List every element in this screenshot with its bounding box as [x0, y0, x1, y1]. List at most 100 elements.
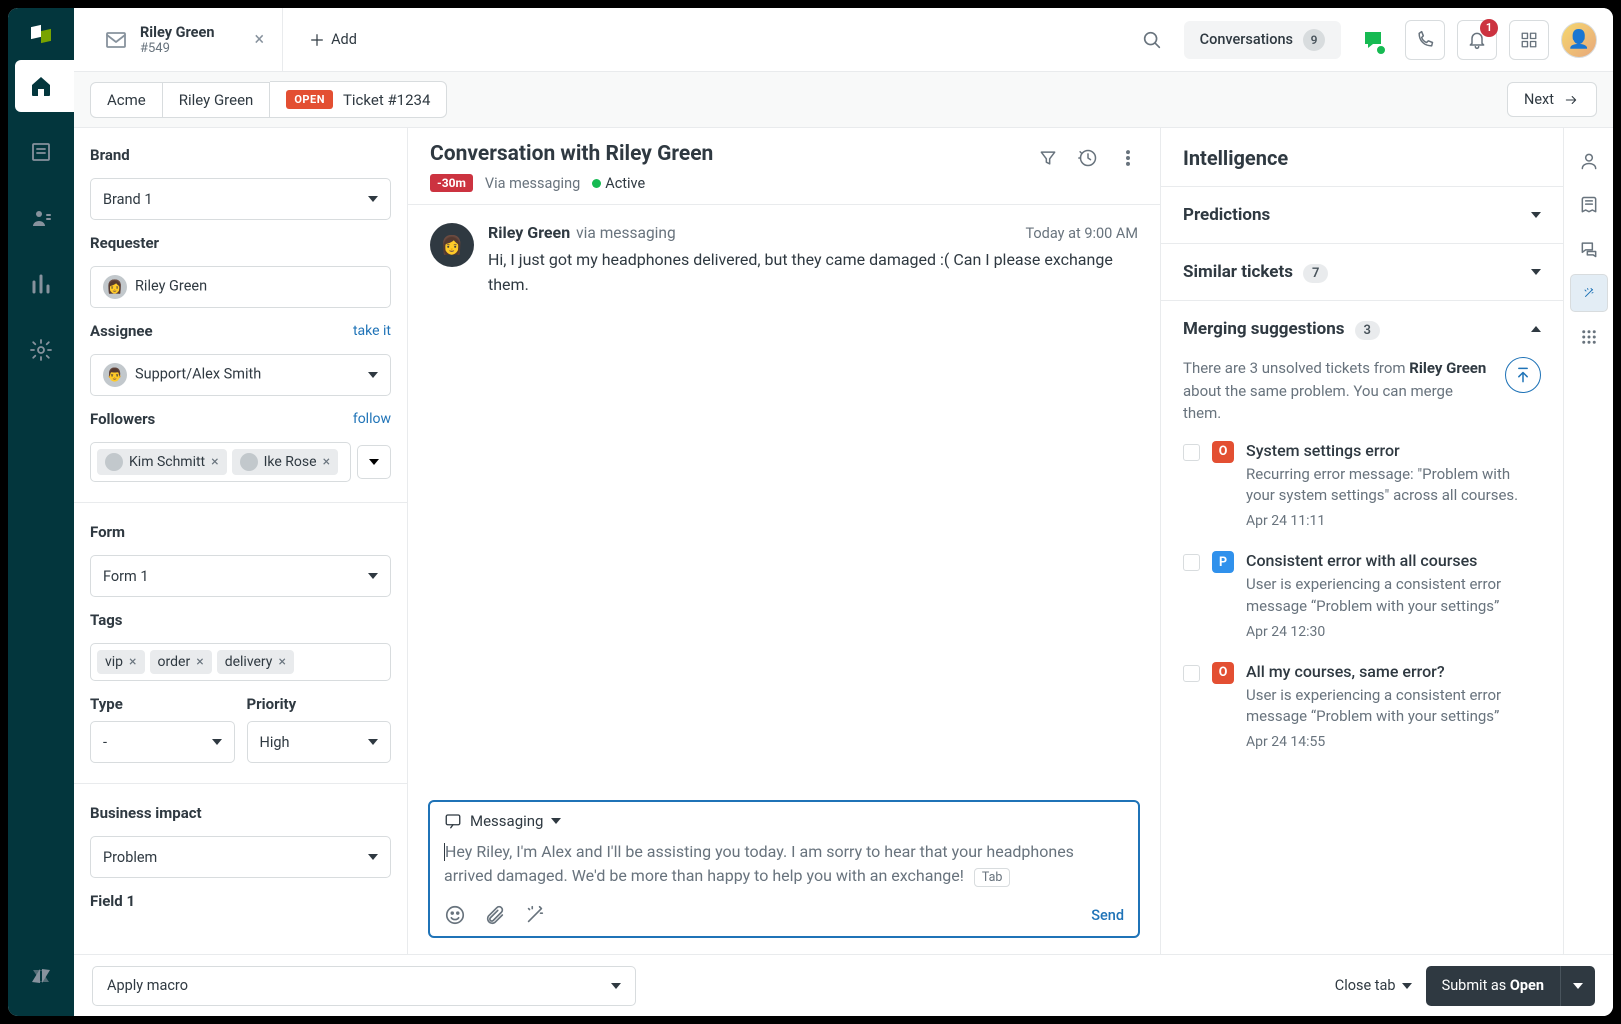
ticket-tab[interactable]: Riley Green #549 ×	[90, 8, 283, 72]
breadcrumb-ticket[interactable]: OPEN Ticket #1234	[270, 81, 447, 118]
business-impact-select[interactable]: Problem	[90, 836, 391, 878]
merging-suggestions-section[interactable]: Merging suggestions3	[1161, 300, 1563, 357]
suggestion-item[interactable]: O System settings error Recurring error …	[1183, 425, 1541, 536]
suggestion-item[interactable]: P Consistent error with all courses User…	[1183, 535, 1541, 646]
breadcrumb-org[interactable]: Acme	[90, 82, 163, 118]
message-composer[interactable]: Messaging Hey Riley, I'm Alex and I'll b…	[428, 800, 1140, 938]
follow-link[interactable]: follow	[353, 411, 391, 427]
suggestion-item[interactable]: O All my courses, same error? User is ex…	[1183, 646, 1541, 757]
form-select[interactable]: Form 1	[90, 555, 391, 597]
remove-icon[interactable]: ×	[129, 654, 136, 670]
nav-home-icon[interactable]	[15, 60, 81, 112]
follower-chip[interactable]: Ike Rose×	[232, 449, 338, 475]
status-active: Active	[592, 175, 645, 192]
brand-select[interactable]: Brand 1	[90, 178, 391, 220]
tab-id: #549	[140, 41, 214, 56]
plus-icon	[309, 32, 325, 48]
remove-icon[interactable]: ×	[211, 454, 218, 470]
call-icon[interactable]	[1405, 20, 1445, 60]
suggestion-checkbox[interactable]	[1183, 444, 1200, 461]
requester-label: Requester	[90, 234, 391, 252]
apply-macro-select[interactable]: Apply macro	[92, 966, 636, 1006]
assignee-select[interactable]: 👨Support/Alex Smith	[90, 354, 391, 396]
nav-admin-icon[interactable]	[15, 324, 67, 376]
user-avatar[interactable]: 👤	[1561, 22, 1597, 58]
close-tab-icon[interactable]: ×	[250, 25, 268, 54]
submit-button[interactable]: Submit as Open	[1426, 966, 1595, 1006]
top-header: Riley Green #549 × Add Conversations 9 1	[74, 8, 1613, 72]
chevron-down-icon[interactable]	[551, 818, 561, 824]
brand-label: Brand	[90, 146, 391, 164]
status-badge: OPEN	[286, 90, 333, 109]
knowledge-icon[interactable]	[1570, 186, 1608, 224]
conversations-context-icon[interactable]	[1570, 230, 1608, 268]
close-tab-button[interactable]: Close tab	[1335, 977, 1412, 994]
apps-context-icon[interactable]	[1570, 318, 1608, 356]
remove-icon[interactable]: ×	[196, 654, 203, 670]
notifications-icon[interactable]: 1	[1457, 20, 1497, 60]
avatar-icon: 👨	[103, 363, 127, 387]
suggestion-desc: Recurring error message: "Problem with y…	[1246, 464, 1541, 508]
tags-label: Tags	[90, 611, 391, 629]
nav-views-icon[interactable]	[15, 126, 67, 178]
tags-input[interactable]: vip× order× delivery×	[90, 643, 391, 681]
send-button[interactable]: Send	[1091, 907, 1124, 924]
suggestion-title: System settings error	[1246, 441, 1541, 460]
breadcrumb-user[interactable]: Riley Green	[163, 82, 271, 118]
sla-badge: -30m	[430, 174, 473, 192]
merge-icon[interactable]	[1505, 357, 1541, 393]
composer-textarea[interactable]: Hey Riley, I'm Alex and I'll be assistin…	[430, 840, 1138, 896]
assignee-label: Assigneetake it	[90, 322, 391, 340]
followers-chips[interactable]: Kim Schmitt× Ike Rose×	[90, 442, 351, 482]
more-icon[interactable]	[1118, 148, 1138, 168]
breadcrumb-bar: Acme Riley Green OPEN Ticket #1234 Next	[74, 72, 1613, 128]
filter-icon[interactable]	[1038, 148, 1058, 168]
submit-dropdown[interactable]	[1560, 966, 1595, 1006]
type-select[interactable]: -	[90, 721, 235, 763]
tab-title: Riley Green	[140, 24, 214, 41]
left-nav-rail	[8, 8, 74, 1016]
priority-select[interactable]: High	[247, 721, 392, 763]
messaging-icon	[444, 812, 462, 830]
next-button[interactable]: Next	[1507, 82, 1597, 117]
take-it-link[interactable]: take it	[353, 323, 391, 339]
similar-tickets-section[interactable]: Similar tickets7	[1161, 243, 1563, 300]
footer-bar: Apply macro Close tab Submit as Open	[74, 954, 1613, 1016]
suggestion-date: Apr 24 12:30	[1246, 624, 1541, 640]
suggestion-checkbox[interactable]	[1183, 665, 1200, 682]
followers-label: Followersfollow	[90, 410, 391, 428]
mail-icon	[104, 28, 128, 52]
tag-chip[interactable]: delivery×	[217, 650, 294, 674]
nav-customers-icon[interactable]	[15, 192, 67, 244]
remove-icon[interactable]: ×	[323, 454, 330, 470]
requester-select[interactable]: 👩Riley Green	[90, 266, 391, 308]
search-icon[interactable]	[1132, 20, 1172, 60]
chat-status-icon[interactable]	[1353, 20, 1393, 60]
tag-chip[interactable]: order×	[150, 650, 212, 674]
suggestion-checkbox[interactable]	[1183, 554, 1200, 571]
follower-chip[interactable]: Kim Schmitt×	[97, 449, 227, 475]
apps-icon[interactable]	[1509, 20, 1549, 60]
zendesk-z-icon[interactable]	[15, 950, 67, 1002]
predictions-section[interactable]: Predictions	[1161, 186, 1563, 243]
avatar-icon: 👩	[103, 275, 127, 299]
tag-chip[interactable]: vip×	[97, 650, 145, 674]
intelligence-icon[interactable]	[1570, 274, 1608, 312]
user-context-icon[interactable]	[1570, 142, 1608, 180]
conversations-pill[interactable]: Conversations 9	[1184, 21, 1341, 59]
message-via: via messaging	[576, 224, 676, 242]
channel-select[interactable]: Messaging	[470, 812, 543, 830]
followers-dropdown[interactable]	[357, 445, 391, 479]
attachment-icon[interactable]	[484, 904, 506, 926]
remove-icon[interactable]: ×	[278, 654, 285, 670]
nav-reporting-icon[interactable]	[15, 258, 67, 310]
emoji-icon[interactable]	[444, 904, 466, 926]
conversation-title: Conversation with Riley Green	[430, 142, 713, 166]
chevron-down-icon	[611, 983, 621, 989]
history-icon[interactable]	[1078, 148, 1098, 168]
ticket-form-panel: Brand Brand 1 Requester 👩Riley Green Ass…	[74, 128, 408, 954]
magic-wand-icon[interactable]	[524, 904, 546, 926]
context-rail	[1563, 128, 1613, 954]
add-button[interactable]: Add	[295, 13, 371, 66]
chevron-down-icon	[1531, 212, 1541, 218]
